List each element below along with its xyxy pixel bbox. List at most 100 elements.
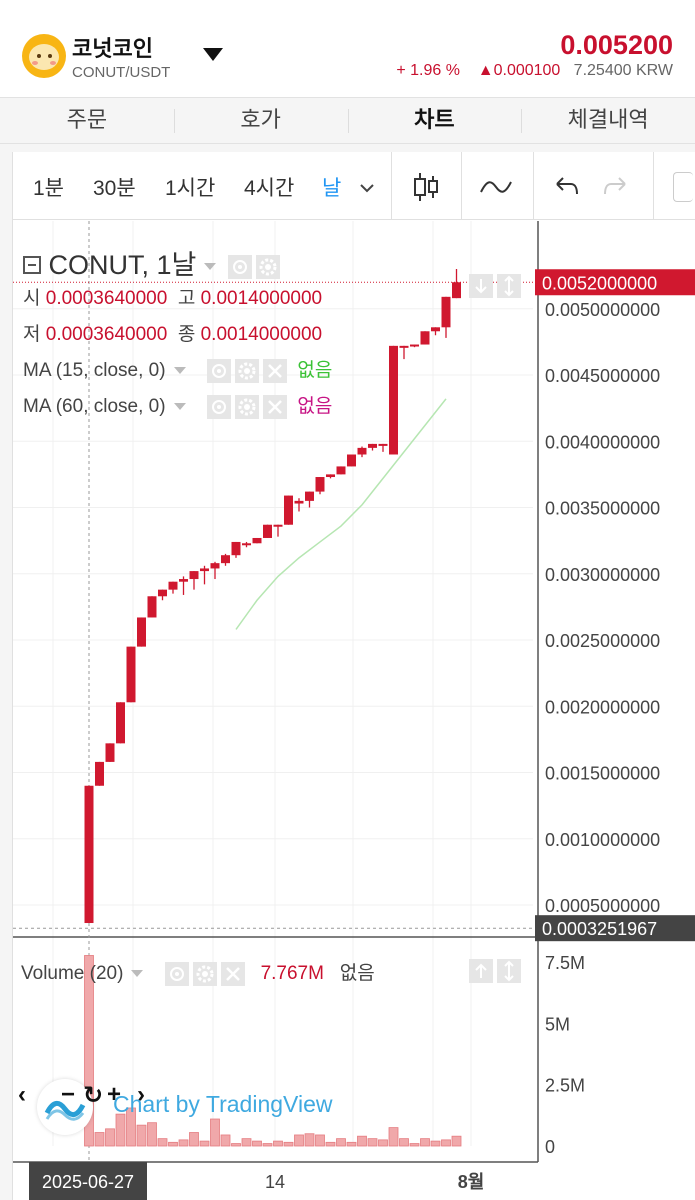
chart-plot[interactable]: 0.0050000000 0.0045000000 0.0040000000 0.00…: [13, 221, 695, 1200]
zoom-out-icon[interactable]: −: [61, 1081, 75, 1109]
coin-selector-dropdown-icon[interactable]: [203, 48, 223, 61]
maximize-pane-icon[interactable]: [497, 274, 521, 298]
candle-body: [410, 344, 419, 347]
volume-bar: [168, 1141, 178, 1147]
crosshair-date-label: 2025-06-27: [42, 1172, 134, 1192]
volume-tick-label: 5M: [545, 1014, 570, 1034]
tab-orderbook[interactable]: 호가: [173, 98, 348, 143]
move-pane-down-icon[interactable]: [469, 274, 493, 298]
crosshair-price-label: 0.0003251967: [542, 919, 657, 939]
coin-pair: CONUT/USDT: [72, 64, 171, 81]
candle-body: [242, 543, 251, 546]
volume-close-icon[interactable]: [220, 961, 245, 986]
volume-bar: [325, 1141, 336, 1147]
volume-bar: [105, 1128, 115, 1147]
collapse-legend-icon[interactable]: [23, 255, 41, 274]
candle-body: [305, 491, 314, 501]
interval-day[interactable]: 날: [322, 172, 341, 202]
coin-name: 코넛코인: [72, 36, 153, 61]
interval-1h[interactable]: 1시간: [165, 172, 215, 202]
volume-bar: [115, 1113, 126, 1147]
volume-bar: [210, 1118, 220, 1147]
candle-body: [179, 579, 188, 582]
ma60-gear-icon[interactable]: [234, 394, 259, 419]
interval-1m[interactable]: 1분: [33, 172, 64, 202]
volume-bar: [94, 1132, 105, 1147]
volume-bar: [178, 1139, 189, 1147]
move-pane-up-icon[interactable]: [469, 959, 493, 983]
volume-chevron-icon[interactable]: [131, 970, 144, 978]
ma60-eye-icon[interactable]: [206, 394, 231, 419]
price-tick-label: 0.0015000000: [545, 764, 660, 784]
ohlc-row-1: 시 0.0003640000 고 0.0014000000: [23, 283, 322, 310]
ma15-chevron-icon[interactable]: [173, 367, 186, 375]
volume-maximize-pane-icon[interactable]: [497, 959, 521, 983]
volume-gear-icon[interactable]: [192, 961, 217, 986]
volume-tick-label: 2.5M: [545, 1076, 585, 1096]
open-label: 시: [23, 288, 41, 309]
time-tick-label: 14: [265, 1172, 285, 1192]
price-tick-label: 0.0025000000: [545, 631, 660, 651]
candle-body: [200, 568, 209, 572]
candle-body: [326, 474, 335, 478]
high-label: 고: [177, 288, 196, 309]
scroll-left-icon[interactable]: ‹: [18, 1081, 26, 1109]
candle-body: [116, 702, 125, 744]
price-tick-label: 0.0005000000: [545, 896, 660, 916]
volume-bar: [262, 1143, 273, 1147]
candle-body: [368, 443, 377, 448]
tab-chart[interactable]: 차트: [347, 98, 522, 143]
price-tick-label: 0.0030000000: [545, 565, 660, 585]
ma60-chevron-icon[interactable]: [173, 403, 186, 411]
volume-bar: [420, 1138, 430, 1147]
candle-body: [336, 466, 346, 475]
ma60-close-icon[interactable]: [262, 394, 287, 419]
volume-bar: [231, 1143, 241, 1147]
volume-bar: [273, 1140, 283, 1147]
volume-bar: [294, 1134, 304, 1147]
reset-chart-icon[interactable]: ↻: [83, 1081, 103, 1110]
candle-body: [347, 454, 356, 467]
candle-body: [452, 282, 461, 299]
low-label: 저: [23, 324, 41, 345]
symbol-chevron-icon[interactable]: [204, 263, 217, 271]
candle-body: [389, 345, 398, 455]
volume-bar: [136, 1124, 147, 1147]
candle-body: [147, 596, 157, 618]
candlestick-icon[interactable]: [409, 170, 443, 204]
tab-order[interactable]: 주문: [0, 98, 174, 143]
volume-bar: [367, 1138, 378, 1147]
market-tabs: 주문 호가 차트 체결내역: [0, 98, 695, 144]
ma15-gear-icon[interactable]: [234, 358, 259, 383]
volume-bar: [378, 1139, 388, 1147]
candle-body: [126, 646, 136, 703]
price-tick-label: 0.0040000000: [545, 432, 660, 452]
ma15-eye-icon[interactable]: [206, 358, 231, 383]
tab-trades[interactable]: 체결내역: [521, 98, 695, 143]
ma15-close-icon[interactable]: [262, 358, 287, 383]
volume-bar: [157, 1138, 168, 1147]
price-tick-label: 0.0020000000: [545, 697, 660, 717]
interval-30m[interactable]: 30분: [93, 172, 136, 202]
volume-bar: [147, 1122, 157, 1147]
candle-body: [273, 524, 283, 527]
interval-4h[interactable]: 4시간: [244, 172, 294, 202]
candle-body: [315, 477, 325, 492]
volume-bar: [346, 1141, 357, 1147]
tradingview-watermark[interactable]: Chart by TradingView: [113, 1091, 332, 1118]
volume-eye-icon[interactable]: [164, 961, 189, 986]
ma15-label: MA (15, close, 0): [23, 360, 166, 381]
volume-bar: [441, 1139, 451, 1147]
open-value: 0.0003640000: [45, 288, 168, 309]
interval-chevron-down-icon[interactable]: [357, 178, 377, 198]
volume-tick-label: 0: [545, 1137, 555, 1157]
volume-bar: [388, 1127, 399, 1147]
chart-toolbar: 1분 30분 1시간 4시간 날: [13, 152, 695, 220]
more-tools-icon[interactable]: [673, 172, 693, 202]
settings-gear-icon[interactable]: [255, 254, 280, 279]
undo-icon[interactable]: [549, 170, 583, 204]
eye-icon[interactable]: [227, 254, 252, 279]
indicators-wave-icon[interactable]: [479, 170, 513, 204]
candle-body: [420, 331, 430, 345]
redo-icon[interactable]: [599, 170, 633, 204]
